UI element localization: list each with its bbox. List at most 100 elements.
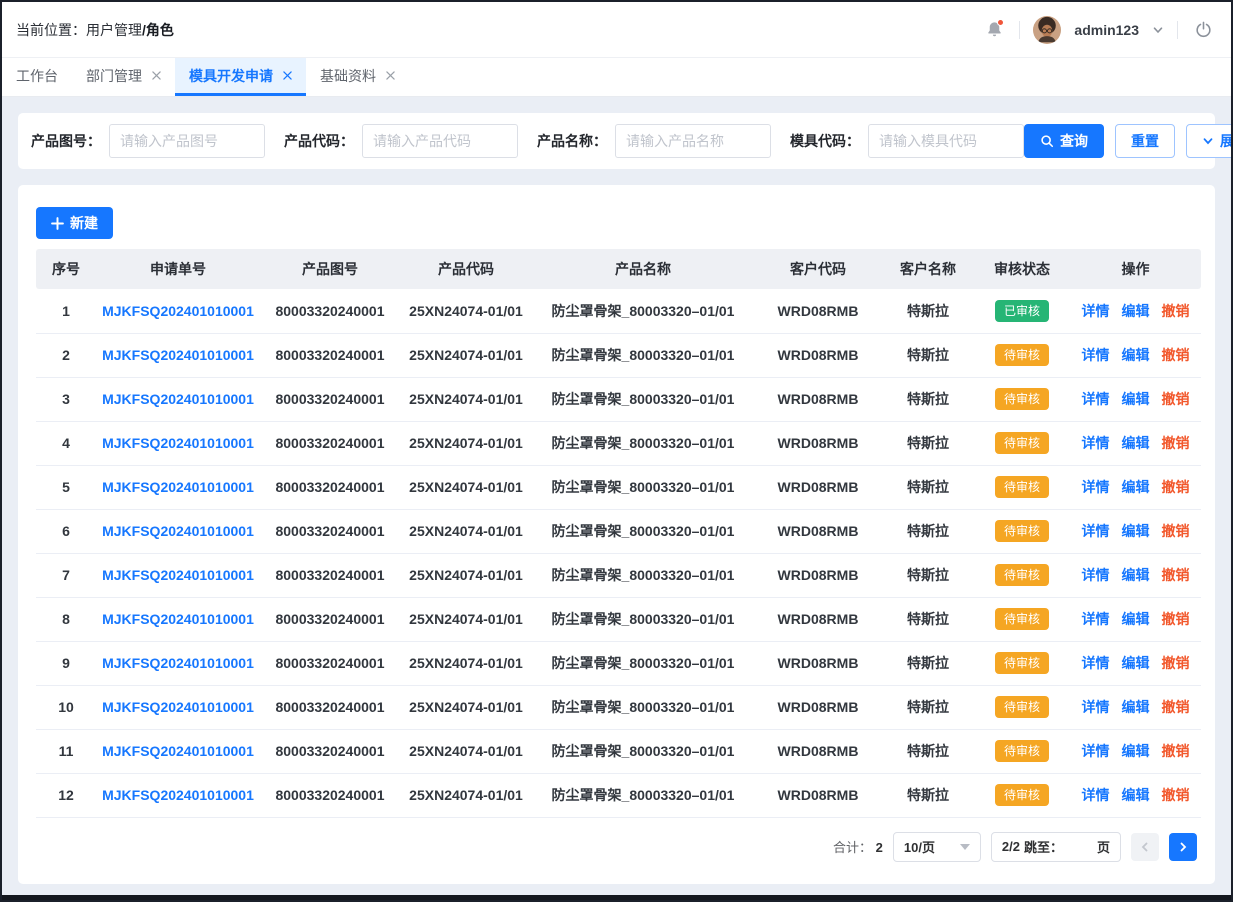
jump-page-input[interactable] [1067,835,1093,859]
cell-customer-name: 特斯拉 [882,421,974,465]
status-badge: 待审核 [995,344,1049,366]
cancel-link[interactable]: 撤销 [1162,787,1190,803]
cell-drawing-no: 80003320240001 [260,773,400,817]
page-size-select[interactable]: 10/页 [893,832,981,862]
detail-link[interactable]: 详情 [1082,435,1110,451]
order-no-link[interactable]: MJKFSQ202401010001 [102,435,254,451]
cancel-link[interactable]: 撤销 [1162,303,1190,319]
cancel-link[interactable]: 撤销 [1162,523,1190,539]
product-code-input[interactable] [362,124,518,158]
cancel-link[interactable]: 撤销 [1162,391,1190,407]
cell-customer-name: 特斯拉 [882,509,974,553]
edit-link[interactable]: 编辑 [1122,699,1150,715]
detail-link[interactable]: 详情 [1082,567,1110,583]
detail-link[interactable]: 详情 [1082,523,1110,539]
user-chevron-down-icon[interactable] [1152,24,1164,36]
detail-link[interactable]: 详情 [1082,699,1110,715]
order-no-link[interactable]: MJKFSQ202401010001 [102,655,254,671]
order-no-link[interactable]: MJKFSQ202401010001 [102,787,254,803]
cell-customer-name: 特斯拉 [882,597,974,641]
cancel-link[interactable]: 撤销 [1162,611,1190,627]
cancel-link[interactable]: 撤销 [1162,743,1190,759]
tab-label: 基础资料 [320,66,376,86]
order-no-link[interactable]: MJKFSQ202401010001 [102,567,254,583]
edit-link[interactable]: 编辑 [1122,435,1150,451]
filter-label: 产品名称： [537,131,607,151]
cell-index: 7 [36,553,96,597]
product-drawing-no-input[interactable] [109,124,265,158]
tabbar: 工作台 部门管理 模具开发申请 基础资料 [2,58,1231,97]
notification-bell-icon[interactable] [982,18,1006,42]
edit-link[interactable]: 编辑 [1122,567,1150,583]
edit-link[interactable]: 编辑 [1122,347,1150,363]
cell-customer-code: WRD08RMB [754,465,882,509]
cell-customer-name: 特斯拉 [882,333,974,377]
detail-link[interactable]: 详情 [1082,787,1110,803]
edit-link[interactable]: 编辑 [1122,655,1150,671]
product-name-input[interactable] [615,124,771,158]
col-review-status: 审核状态 [974,249,1070,289]
edit-link[interactable]: 编辑 [1122,611,1150,627]
tab-workbench[interactable]: 工作台 [16,58,72,96]
avatar[interactable] [1033,16,1061,44]
detail-link[interactable]: 详情 [1082,479,1110,495]
order-no-link[interactable]: MJKFSQ202401010001 [102,303,254,319]
cell-drawing-no: 80003320240001 [260,289,400,333]
tab-department-management[interactable]: 部门管理 [72,58,175,96]
edit-link[interactable]: 编辑 [1122,303,1150,319]
total-label: 合计： [833,840,872,855]
cancel-link[interactable]: 撤销 [1162,435,1190,451]
reset-button[interactable]: 重置 [1115,124,1175,158]
search-button[interactable]: 查询 [1024,124,1104,158]
edit-link[interactable]: 编辑 [1122,391,1150,407]
caret-down-icon [960,844,970,850]
detail-link[interactable]: 详情 [1082,391,1110,407]
order-no-link[interactable]: MJKFSQ202401010001 [102,743,254,759]
status-badge: 待审核 [995,740,1049,762]
cell-product-name: 防尘罩骨架_80003320–01/01 [532,377,754,421]
create-button[interactable]: 新建 [36,207,113,239]
detail-link[interactable]: 详情 [1082,743,1110,759]
order-no-link[interactable]: MJKFSQ202401010001 [102,391,254,407]
chevron-down-icon [1202,135,1214,147]
mold-code-input[interactable] [868,124,1024,158]
cancel-link[interactable]: 撤销 [1162,655,1190,671]
cancel-link[interactable]: 撤销 [1162,699,1190,715]
detail-link[interactable]: 详情 [1082,347,1110,363]
detail-link[interactable]: 详情 [1082,655,1110,671]
cell-product-code: 25XN24074-01/01 [400,289,532,333]
logout-power-icon[interactable] [1191,18,1215,42]
col-drawing-no: 产品图号 [260,249,400,289]
edit-link[interactable]: 编辑 [1122,743,1150,759]
table-row: 3 MJKFSQ202401010001 80003320240001 25XN… [36,377,1201,421]
detail-link[interactable]: 详情 [1082,611,1110,627]
cell-index: 9 [36,641,96,685]
cancel-link[interactable]: 撤销 [1162,567,1190,583]
breadcrumb: 当前位置：用户管理/角色 [16,20,174,40]
tab-close-icon[interactable] [283,71,292,80]
status-badge: 待审核 [995,388,1049,410]
cancel-link[interactable]: 撤销 [1162,479,1190,495]
tab-basic-data[interactable]: 基础资料 [306,58,409,96]
order-no-link[interactable]: MJKFSQ202401010001 [102,523,254,539]
order-no-link[interactable]: MJKFSQ202401010001 [102,479,254,495]
order-no-link[interactable]: MJKFSQ202401010001 [102,611,254,627]
order-no-link[interactable]: MJKFSQ202401010001 [102,347,254,363]
tab-mold-development-application[interactable]: 模具开发申请 [175,58,306,96]
prev-page-button[interactable] [1131,833,1159,861]
status-badge: 待审核 [995,784,1049,806]
cancel-link[interactable]: 撤销 [1162,347,1190,363]
edit-link[interactable]: 编辑 [1122,523,1150,539]
reset-button-label: 重置 [1131,131,1159,151]
tab-close-icon[interactable] [386,71,395,80]
cell-customer-code: WRD08RMB [754,773,882,817]
expand-button[interactable]: 展开 [1186,124,1233,158]
edit-link[interactable]: 编辑 [1122,787,1150,803]
cell-customer-code: WRD08RMB [754,421,882,465]
next-page-button[interactable] [1169,833,1197,861]
status-badge: 已审核 [995,300,1049,322]
edit-link[interactable]: 编辑 [1122,479,1150,495]
tab-close-icon[interactable] [152,71,161,80]
detail-link[interactable]: 详情 [1082,303,1110,319]
order-no-link[interactable]: MJKFSQ202401010001 [102,699,254,715]
